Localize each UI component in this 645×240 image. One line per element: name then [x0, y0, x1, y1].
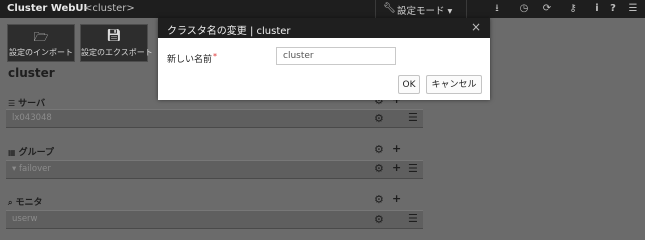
- cancel-button[interactable]: キャンセル: [426, 75, 482, 94]
- new-name-label: 新しい名前*: [167, 52, 218, 65]
- group-name: ▾ failover: [12, 164, 51, 174]
- monitor-row-menu-icon[interactable]: ☰: [408, 212, 418, 225]
- mode-menu-label: 設定モード ▾: [397, 6, 453, 17]
- mode-menu[interactable]: 🔧︎ 設定モード ▾: [375, 0, 467, 18]
- list-item[interactable]: lx043048: [6, 109, 423, 128]
- help-icon[interactable]: ?: [604, 1, 622, 17]
- add-monitor-icon[interactable]: +: [392, 192, 401, 205]
- group-row-menu-icon[interactable]: ☰: [408, 162, 418, 175]
- dialog-header: クラスタ名の変更 | cluster ×: [158, 18, 490, 38]
- app-title: Cluster WebUI: [7, 3, 88, 14]
- list-item[interactable]: ▾ failover: [6, 160, 423, 179]
- group-row-add-icon[interactable]: +: [392, 161, 401, 174]
- group-settings-icon[interactable]: ⚙: [374, 143, 384, 156]
- ok-button[interactable]: OK: [398, 75, 420, 94]
- save-icon: 💾︎: [106, 28, 122, 42]
- key-icon[interactable]: ⚷: [564, 1, 582, 17]
- folder-open-icon: 🗁: [33, 30, 49, 44]
- top-bar: Cluster WebUI <cluster> 🔧︎ 設定モード ▾ ⭳ ◷ ⟳…: [0, 0, 645, 18]
- new-name-input[interactable]: [276, 47, 396, 65]
- import-settings-button[interactable]: 🗁 設定のインポート: [7, 24, 75, 62]
- close-icon[interactable]: ×: [471, 20, 481, 34]
- download-icon[interactable]: ⭳: [488, 1, 506, 17]
- required-mark: *: [213, 52, 218, 61]
- menu-icon[interactable]: ☰: [624, 1, 642, 17]
- monitors-section-title: ⌕ モニタ: [8, 198, 43, 208]
- import-settings-label: 設定のインポート: [9, 48, 73, 57]
- monitor-name: userw: [12, 214, 38, 224]
- clock-icon[interactable]: ◷: [515, 1, 533, 17]
- servers-section-title: ☰ サーバ: [8, 99, 46, 109]
- dialog-title: クラスタ名の変更 | cluster: [167, 26, 291, 37]
- server-list-icon: ☰: [8, 99, 16, 108]
- cluster-name: cluster: [8, 66, 55, 80]
- server-name: lx043048: [12, 113, 52, 123]
- server-row-settings-icon[interactable]: ⚙: [374, 112, 384, 125]
- export-settings-label: 設定のエクスポート: [81, 48, 153, 57]
- groups-section-title: ▦ グループ: [8, 148, 55, 158]
- cluster-label: <cluster>: [84, 3, 135, 14]
- server-row-menu-icon[interactable]: ☰: [408, 111, 418, 124]
- add-group-icon[interactable]: +: [392, 142, 401, 155]
- rename-cluster-dialog: クラスタ名の変更 | cluster × 新しい名前* OK キャンセル: [158, 18, 490, 100]
- list-item[interactable]: userw: [6, 210, 423, 229]
- wrench-icon: 🔧︎: [383, 3, 396, 14]
- monitor-settings-icon[interactable]: ⚙: [374, 193, 384, 206]
- grid-icon: ▦: [8, 148, 16, 157]
- refresh-icon[interactable]: ⟳: [538, 1, 556, 17]
- group-row-settings-icon[interactable]: ⚙: [374, 162, 384, 175]
- monitor-row-settings-icon[interactable]: ⚙: [374, 213, 384, 226]
- export-settings-button[interactable]: 💾︎ 設定のエクスポート: [80, 24, 153, 62]
- search-icon: ⌕: [8, 198, 13, 207]
